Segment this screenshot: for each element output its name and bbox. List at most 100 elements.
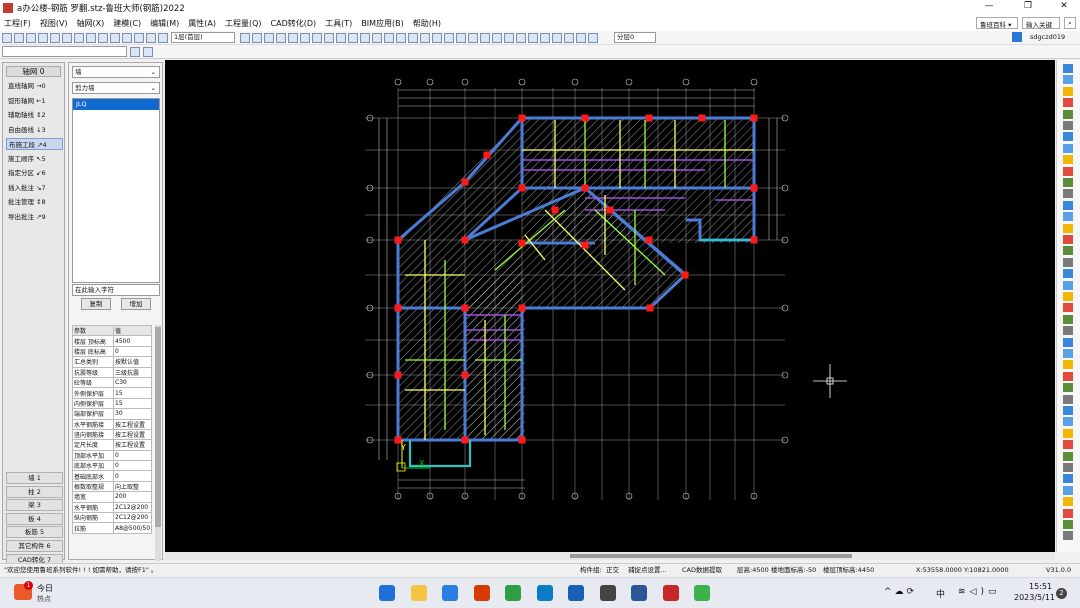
nav-category-tab[interactable]: 梁 3 <box>6 499 63 512</box>
toolbar-tool-icon[interactable] <box>62 33 72 43</box>
taskbar-app-icon[interactable] <box>505 585 521 601</box>
search-input[interactable]: 在此输入字符 <box>72 284 160 296</box>
side-tool-icon[interactable] <box>1063 326 1073 336</box>
floor-select[interactable]: 1层(首层) <box>171 32 235 43</box>
toolbar-tool-icon[interactable] <box>360 33 370 43</box>
taskbar-app-icon[interactable] <box>631 585 647 601</box>
side-tool-icon[interactable] <box>1063 417 1073 427</box>
tray-icons[interactable]: ^☁⟳ <box>884 587 917 597</box>
cad-extract-button[interactable]: CAD数据提取 <box>682 564 722 576</box>
drawing-canvas[interactable]: Y X <box>165 60 1055 552</box>
side-tool-icon[interactable] <box>1063 303 1073 313</box>
wifi-icon[interactable]: ≋◁)▭ <box>958 587 1000 597</box>
subtype-select[interactable]: 剪力墙 ⌄ <box>72 82 160 94</box>
list-item[interactable]: JLQ <box>73 99 159 110</box>
property-value[interactable]: 按工程设置 <box>113 428 152 441</box>
menu-item[interactable]: 建模(C) <box>113 18 141 29</box>
toolbar-tool-icon[interactable] <box>312 33 322 43</box>
property-value[interactable]: 0 <box>113 449 152 462</box>
property-value[interactable]: 按默认值 <box>113 356 152 368</box>
nav-category-tab[interactable]: 板 4 <box>6 512 63 525</box>
property-value[interactable]: 15 <box>113 387 152 399</box>
toolbar-tool-icon[interactable] <box>564 33 574 43</box>
side-tool-icon[interactable] <box>1063 246 1073 256</box>
filter-icon[interactable] <box>130 47 140 57</box>
property-row[interactable]: 楼层 顶标高 4500 <box>72 335 152 347</box>
side-tool-icon[interactable] <box>1063 474 1073 484</box>
snap-settings[interactable]: 捕捉点设置... <box>628 564 667 576</box>
property-row[interactable]: 竖向钢筋接 按工程设置 <box>72 428 152 441</box>
side-tool-icon[interactable] <box>1063 463 1073 472</box>
toolbar-tool-icon[interactable] <box>336 33 346 43</box>
property-value[interactable]: A8@500/50 <box>113 522 152 534</box>
close-button[interactable]: ✕ <box>1051 1 1077 15</box>
side-tool-icon[interactable] <box>1063 360 1073 370</box>
taskbar-app-icon[interactable] <box>599 585 616 601</box>
toolbar-tool-icon[interactable] <box>456 33 466 43</box>
taskbar-app-icon[interactable] <box>536 585 553 601</box>
toolbar-tool-icon[interactable] <box>240 33 250 43</box>
property-row[interactable]: 顶部水平加 0 <box>72 449 152 462</box>
toolbar-tool-icon[interactable] <box>552 33 562 43</box>
side-tool-icon[interactable] <box>1063 406 1073 415</box>
nav-category-tab[interactable]: 墙 1 <box>6 472 63 484</box>
toolbar-tool-icon[interactable] <box>528 33 538 43</box>
restore-button[interactable]: ❐ <box>1015 1 1041 15</box>
toolbar-tool-icon[interactable] <box>324 33 334 43</box>
component-list[interactable]: JLQ <box>72 98 160 283</box>
property-value[interactable]: 30 <box>113 408 152 420</box>
toolbar-tool-icon[interactable] <box>588 33 598 43</box>
nav-category-tab[interactable]: 柱 2 <box>6 485 63 498</box>
side-tool-icon[interactable] <box>1063 440 1073 450</box>
side-tool-icon[interactable] <box>1063 394 1073 404</box>
side-tool-icon[interactable] <box>1063 531 1073 541</box>
property-row[interactable]: 外侧保护层 15 <box>72 387 152 399</box>
toolbar-tool-icon[interactable] <box>288 33 298 43</box>
property-row[interactable]: 楼层 底标高 0 <box>72 345 152 358</box>
property-value[interactable]: 按工程设置 <box>113 418 152 430</box>
copy-button[interactable]: 复制 <box>81 298 111 310</box>
type-select[interactable]: 墙 ⌄ <box>72 66 160 78</box>
side-tool-icon[interactable] <box>1063 166 1073 176</box>
side-tool-icon[interactable] <box>1063 383 1073 393</box>
component-filter-select[interactable] <box>2 46 127 57</box>
property-row[interactable]: 内侧保护层 15 <box>72 397 152 410</box>
side-tool-icon[interactable] <box>1063 371 1073 381</box>
property-value[interactable]: 200 <box>113 491 152 503</box>
toolbar-tool-icon[interactable] <box>348 33 358 43</box>
side-tool-icon[interactable] <box>1063 98 1073 108</box>
notification-count-badge[interactable]: 2 <box>1056 588 1067 599</box>
side-tool-icon[interactable] <box>1063 200 1073 210</box>
toolbar-tool-icon[interactable] <box>86 33 96 43</box>
side-tool-icon[interactable] <box>1063 178 1073 187</box>
toolbar-tool-icon[interactable] <box>492 33 502 43</box>
toolbar-tool-icon[interactable] <box>468 33 478 43</box>
toolbar-tool-icon[interactable] <box>432 33 442 43</box>
property-row[interactable]: 砼等级 C30 <box>72 376 152 389</box>
side-tool-icon[interactable] <box>1063 121 1073 130</box>
side-tool-icon[interactable] <box>1063 314 1073 324</box>
property-value[interactable]: 按工程设置 <box>113 439 152 451</box>
side-tool-icon[interactable] <box>1063 132 1073 142</box>
nav-tool-item[interactable]: 直线轴网 →0 <box>6 80 63 92</box>
toolbar-tool-icon[interactable] <box>122 33 132 43</box>
taskbar-app-icon[interactable] <box>568 585 584 601</box>
ime-indicator[interactable]: 中 <box>936 587 945 600</box>
side-tool-icon[interactable] <box>1063 75 1073 85</box>
menu-item[interactable]: 工具(T) <box>325 18 352 29</box>
property-row[interactable]: 抗震等级 三级抗震 <box>72 366 152 378</box>
menu-item[interactable]: 轴网(X) <box>77 18 105 29</box>
side-tool-icon[interactable] <box>1063 86 1073 96</box>
properties-scrollbar[interactable] <box>155 325 161 561</box>
toolbar-tool-icon[interactable] <box>504 33 514 43</box>
search-icon[interactable]: ⌕ <box>1064 17 1076 29</box>
side-tool-icon[interactable] <box>1063 451 1073 461</box>
toolbar-tool-icon[interactable] <box>50 33 60 43</box>
nav-tool-item[interactable]: 施工顺序 ↖5 <box>6 153 63 165</box>
property-value[interactable]: C30 <box>113 376 152 389</box>
nav-header[interactable]: 轴网 0 <box>6 66 61 77</box>
taskbar-app-icon[interactable] <box>442 585 458 601</box>
toolbar-tool-icon[interactable] <box>276 33 286 43</box>
property-row[interactable]: 墙宽 200 <box>72 491 152 503</box>
toolbar-tool-icon[interactable] <box>420 33 430 43</box>
